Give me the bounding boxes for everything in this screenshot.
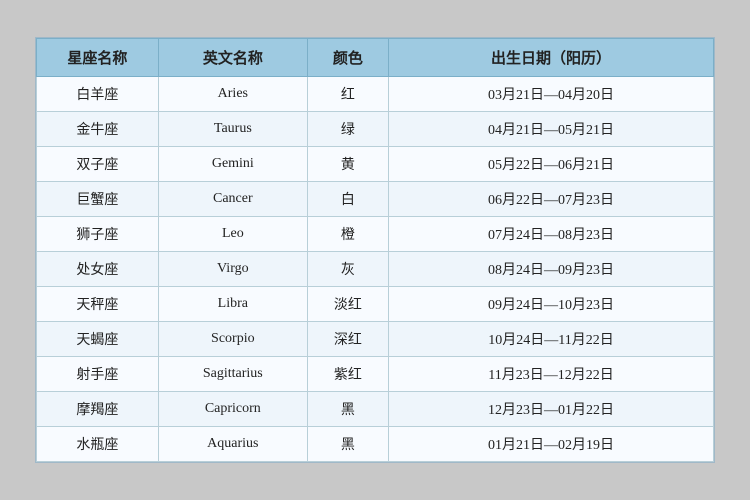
cell-english: Sagittarius — [158, 357, 307, 392]
cell-date: 01月21日—02月19日 — [389, 427, 714, 462]
cell-chinese: 摩羯座 — [37, 392, 159, 427]
table-row: 水瓶座Aquarius黑01月21日—02月19日 — [37, 427, 714, 462]
cell-chinese: 射手座 — [37, 357, 159, 392]
header-chinese: 星座名称 — [37, 39, 159, 77]
zodiac-table-wrapper: 星座名称 英文名称 颜色 出生日期（阳历） 白羊座Aries红03月21日—04… — [35, 37, 715, 463]
cell-english: Libra — [158, 287, 307, 322]
cell-chinese: 巨蟹座 — [37, 182, 159, 217]
table-row: 狮子座Leo橙07月24日—08月23日 — [37, 217, 714, 252]
cell-color: 深红 — [307, 322, 388, 357]
cell-color: 黑 — [307, 392, 388, 427]
cell-chinese: 狮子座 — [37, 217, 159, 252]
cell-color: 红 — [307, 77, 388, 112]
table-body: 白羊座Aries红03月21日—04月20日金牛座Taurus绿04月21日—0… — [37, 77, 714, 462]
cell-english: Cancer — [158, 182, 307, 217]
cell-chinese: 天秤座 — [37, 287, 159, 322]
cell-date: 04月21日—05月21日 — [389, 112, 714, 147]
cell-date: 08月24日—09月23日 — [389, 252, 714, 287]
header-date: 出生日期（阳历） — [389, 39, 714, 77]
table-header-row: 星座名称 英文名称 颜色 出生日期（阳历） — [37, 39, 714, 77]
table-row: 摩羯座Capricorn黑12月23日—01月22日 — [37, 392, 714, 427]
cell-color: 黄 — [307, 147, 388, 182]
cell-color: 灰 — [307, 252, 388, 287]
cell-date: 09月24日—10月23日 — [389, 287, 714, 322]
cell-date: 03月21日—04月20日 — [389, 77, 714, 112]
cell-color: 黑 — [307, 427, 388, 462]
cell-chinese: 白羊座 — [37, 77, 159, 112]
cell-date: 12月23日—01月22日 — [389, 392, 714, 427]
cell-color: 橙 — [307, 217, 388, 252]
table-row: 天蝎座Scorpio深红10月24日—11月22日 — [37, 322, 714, 357]
table-row: 处女座Virgo灰08月24日—09月23日 — [37, 252, 714, 287]
table-row: 巨蟹座Cancer白06月22日—07月23日 — [37, 182, 714, 217]
cell-english: Virgo — [158, 252, 307, 287]
cell-date: 10月24日—11月22日 — [389, 322, 714, 357]
cell-color: 白 — [307, 182, 388, 217]
cell-chinese: 金牛座 — [37, 112, 159, 147]
cell-chinese: 双子座 — [37, 147, 159, 182]
header-color: 颜色 — [307, 39, 388, 77]
zodiac-table: 星座名称 英文名称 颜色 出生日期（阳历） 白羊座Aries红03月21日—04… — [36, 38, 714, 462]
cell-english: Aries — [158, 77, 307, 112]
cell-color: 绿 — [307, 112, 388, 147]
cell-color: 紫红 — [307, 357, 388, 392]
table-row: 白羊座Aries红03月21日—04月20日 — [37, 77, 714, 112]
table-row: 天秤座Libra淡红09月24日—10月23日 — [37, 287, 714, 322]
table-row: 射手座Sagittarius紫红11月23日—12月22日 — [37, 357, 714, 392]
cell-date: 05月22日—06月21日 — [389, 147, 714, 182]
cell-chinese: 天蝎座 — [37, 322, 159, 357]
table-row: 金牛座Taurus绿04月21日—05月21日 — [37, 112, 714, 147]
cell-english: Gemini — [158, 147, 307, 182]
cell-english: Leo — [158, 217, 307, 252]
cell-english: Scorpio — [158, 322, 307, 357]
cell-date: 06月22日—07月23日 — [389, 182, 714, 217]
cell-english: Taurus — [158, 112, 307, 147]
cell-color: 淡红 — [307, 287, 388, 322]
cell-date: 11月23日—12月22日 — [389, 357, 714, 392]
cell-english: Aquarius — [158, 427, 307, 462]
header-english: 英文名称 — [158, 39, 307, 77]
cell-chinese: 水瓶座 — [37, 427, 159, 462]
cell-date: 07月24日—08月23日 — [389, 217, 714, 252]
cell-chinese: 处女座 — [37, 252, 159, 287]
table-row: 双子座Gemini黄05月22日—06月21日 — [37, 147, 714, 182]
cell-english: Capricorn — [158, 392, 307, 427]
